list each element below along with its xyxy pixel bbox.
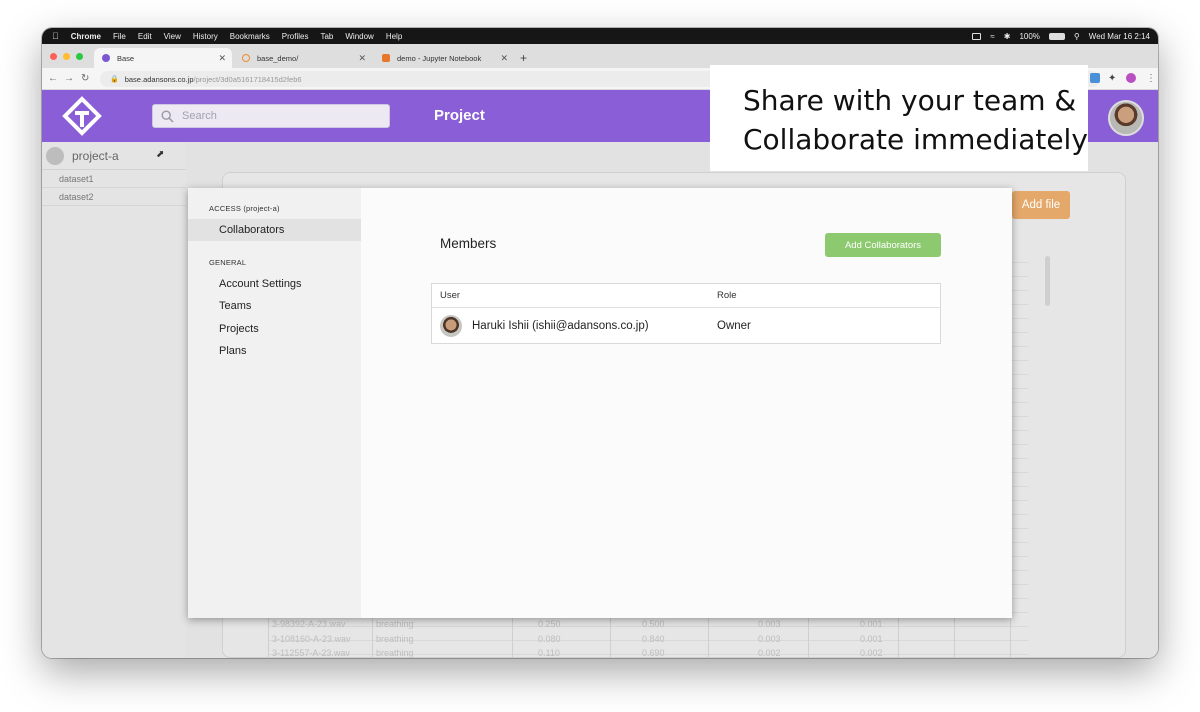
project-icon bbox=[46, 146, 64, 165]
member-user-cell: Haruki Ishii (ishii@adansons.co.jp) bbox=[432, 314, 717, 337]
menu-profiles[interactable]: Profiles bbox=[282, 32, 309, 41]
section-access-heading: ACCESS (project-a) bbox=[209, 204, 280, 213]
base-favicon-icon bbox=[102, 54, 110, 62]
menu-tab[interactable]: Tab bbox=[320, 32, 333, 41]
promo-caption: Share with your team & Collaborate immed… bbox=[710, 65, 1088, 171]
table-scrollbar[interactable] bbox=[1045, 256, 1050, 306]
notebook-favicon-icon bbox=[382, 54, 390, 62]
member-name: Haruki Ishii (ishii@adansons.co.jp) bbox=[472, 319, 649, 332]
extension-icon[interactable] bbox=[1090, 73, 1100, 83]
reload-icon[interactable]: ↻ bbox=[81, 73, 89, 84]
bluetooth-icon[interactable]: ✱ bbox=[1004, 32, 1011, 41]
menu-view[interactable]: View bbox=[164, 32, 181, 41]
battery-icon[interactable] bbox=[1048, 32, 1065, 40]
base-logo-icon[interactable] bbox=[62, 96, 102, 136]
status-area: ≈ ✱ 100% ⚲ Wed Mar 16 2:14 bbox=[972, 28, 1150, 44]
table-row[interactable]: Haruki Ishii (ishii@adansons.co.jp) Owne… bbox=[432, 308, 940, 343]
tab-jupyter-notebook[interactable]: demo - Jupyter Notebook ✕ bbox=[374, 48, 514, 68]
settings-item-collaborators[interactable]: Collaborators bbox=[188, 219, 361, 241]
settings-item-projects[interactable]: Projects bbox=[188, 318, 361, 340]
wifi-icon[interactable]: ≈ bbox=[990, 32, 994, 41]
tab-title: base_demo/ bbox=[257, 53, 299, 63]
apple-icon[interactable]:  bbox=[52, 31, 59, 41]
close-icon[interactable]: ✕ bbox=[358, 53, 366, 64]
settings-item-account-settings[interactable]: Account Settings bbox=[188, 273, 361, 295]
caption-line-2: Collaborate immediately bbox=[743, 123, 1088, 156]
column-header-user: User bbox=[440, 290, 461, 301]
members-table: User Role Haruki Ishii (ishii@adansons.c… bbox=[431, 283, 941, 344]
new-tab-button[interactable]: + bbox=[520, 51, 527, 65]
tab-base-demo[interactable]: base_demo/ ✕ bbox=[234, 48, 372, 68]
clock[interactable]: Wed Mar 16 2:14 bbox=[1089, 32, 1150, 41]
browser-window:  Chrome File Edit View History Bookmark… bbox=[42, 28, 1158, 658]
search-field[interactable]: Search bbox=[152, 104, 390, 128]
table-row[interactable]: 3-108160-A-23.wav breathing 0.080 0.840 … bbox=[272, 634, 883, 644]
sidebar-item-dataset2[interactable]: dataset2 bbox=[42, 188, 186, 206]
url-path: /project/3d0a5161718415d2feb6 bbox=[193, 74, 302, 84]
menu-help[interactable]: Help bbox=[386, 32, 402, 41]
add-collaborators-button[interactable]: Add Collaborators bbox=[825, 233, 941, 257]
zoom-window-button[interactable] bbox=[76, 53, 83, 60]
close-window-button[interactable] bbox=[50, 53, 57, 60]
lock-icon[interactable]: 🔒 bbox=[110, 75, 119, 83]
column-header-role: Role bbox=[717, 290, 737, 301]
search-icon bbox=[161, 109, 174, 123]
battery-percent: 100% bbox=[1019, 31, 1040, 41]
settings-item-plans[interactable]: Plans bbox=[188, 340, 361, 362]
project-selector[interactable]: project-a bbox=[42, 142, 186, 170]
jupyter-favicon-icon bbox=[242, 54, 250, 62]
puzzle-icon[interactable]: ✦ bbox=[1108, 73, 1116, 84]
settings-item-teams[interactable]: Teams bbox=[188, 295, 361, 317]
add-file-button[interactable]: Add file bbox=[1012, 191, 1070, 219]
close-icon[interactable]: ✕ bbox=[500, 53, 508, 64]
members-heading: Members bbox=[440, 236, 497, 251]
search-icon[interactable]: ⚲ bbox=[1074, 32, 1080, 41]
menu-app-name[interactable]: Chrome bbox=[71, 32, 101, 41]
members-table-header: User Role bbox=[432, 284, 940, 308]
url-host: base.adansons.co.jp bbox=[124, 74, 194, 84]
profile-icon[interactable] bbox=[1126, 73, 1136, 83]
menu-edit[interactable]: Edit bbox=[138, 32, 152, 41]
tab-title: Base bbox=[117, 53, 135, 63]
macos-menu-bar:  Chrome File Edit View History Bookmark… bbox=[42, 28, 1158, 44]
table-row[interactable]: 3-98392-A-23.wav breathing 0.250 0.500 0… bbox=[272, 619, 883, 629]
tab-title: demo - Jupyter Notebook bbox=[397, 53, 482, 63]
window-controls bbox=[50, 53, 83, 60]
user-avatar[interactable] bbox=[1108, 100, 1144, 136]
settings-modal: ACCESS (project-a) Collaborators GENERAL… bbox=[188, 188, 1012, 618]
settings-sidebar: ACCESS (project-a) Collaborators GENERAL… bbox=[188, 188, 361, 618]
avatar bbox=[440, 314, 462, 337]
member-role: Owner bbox=[717, 319, 751, 332]
forward-icon[interactable]: → bbox=[64, 73, 74, 84]
project-sidebar: project-a dataset1 dataset2 bbox=[42, 142, 186, 658]
caption-line-1: Share with your team & bbox=[743, 84, 1077, 117]
more-menu-icon[interactable]: ⋮ bbox=[1146, 73, 1156, 84]
back-icon[interactable]: ← bbox=[48, 73, 58, 84]
menu-bookmarks[interactable]: Bookmarks bbox=[230, 32, 270, 41]
display-icon[interactable] bbox=[972, 32, 982, 40]
search-placeholder: Search bbox=[182, 110, 217, 122]
menu-history[interactable]: History bbox=[193, 32, 218, 41]
project-name: project-a bbox=[72, 148, 119, 163]
tab-base[interactable]: Base ✕ bbox=[94, 48, 232, 68]
menu-window[interactable]: Window bbox=[345, 32, 373, 41]
close-icon[interactable]: ✕ bbox=[218, 53, 226, 64]
minimize-window-button[interactable] bbox=[63, 53, 70, 60]
section-general-heading: GENERAL bbox=[209, 258, 247, 267]
table-row[interactable]: 3-112557-A-23.wav breathing 0.110 0.690 … bbox=[272, 648, 883, 658]
page-title: Project bbox=[434, 107, 485, 124]
menu-file[interactable]: File bbox=[113, 32, 126, 41]
mouse-cursor-icon: ⬈ bbox=[156, 149, 165, 160]
sidebar-item-dataset1[interactable]: dataset1 bbox=[42, 170, 186, 188]
